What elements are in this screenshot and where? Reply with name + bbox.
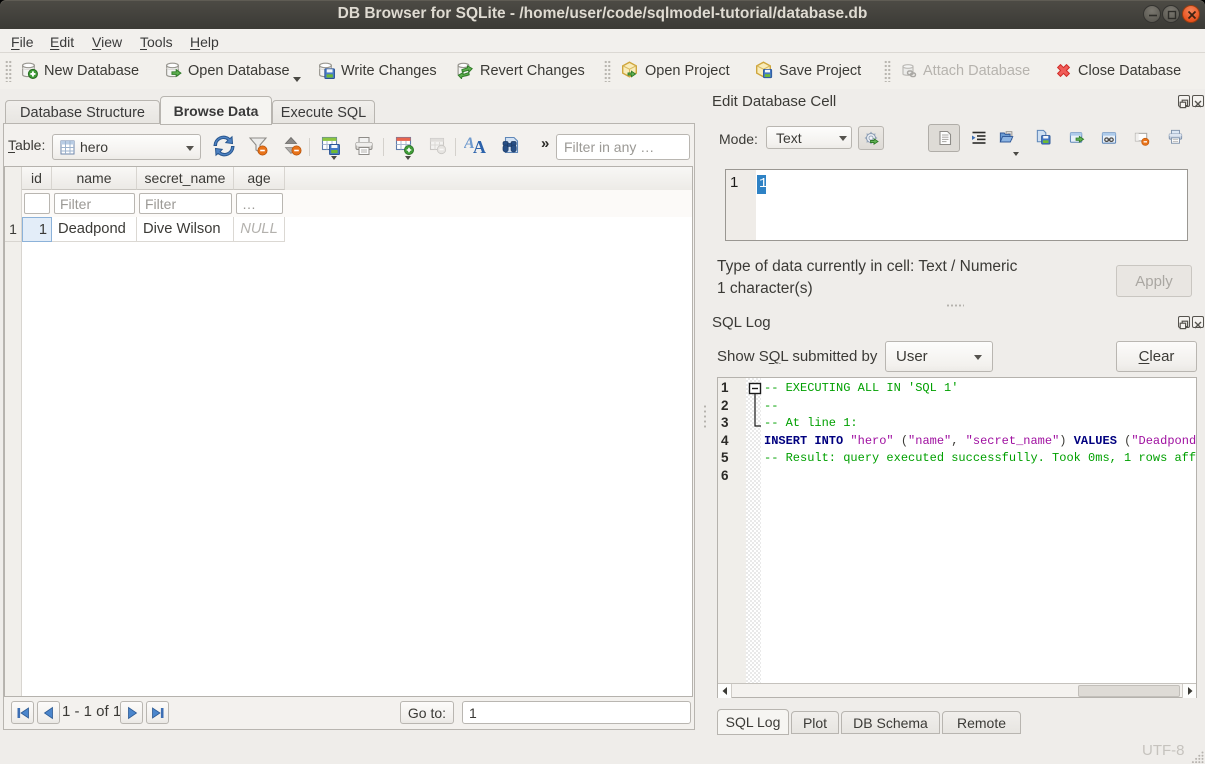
svg-text:A: A: [473, 137, 486, 156]
